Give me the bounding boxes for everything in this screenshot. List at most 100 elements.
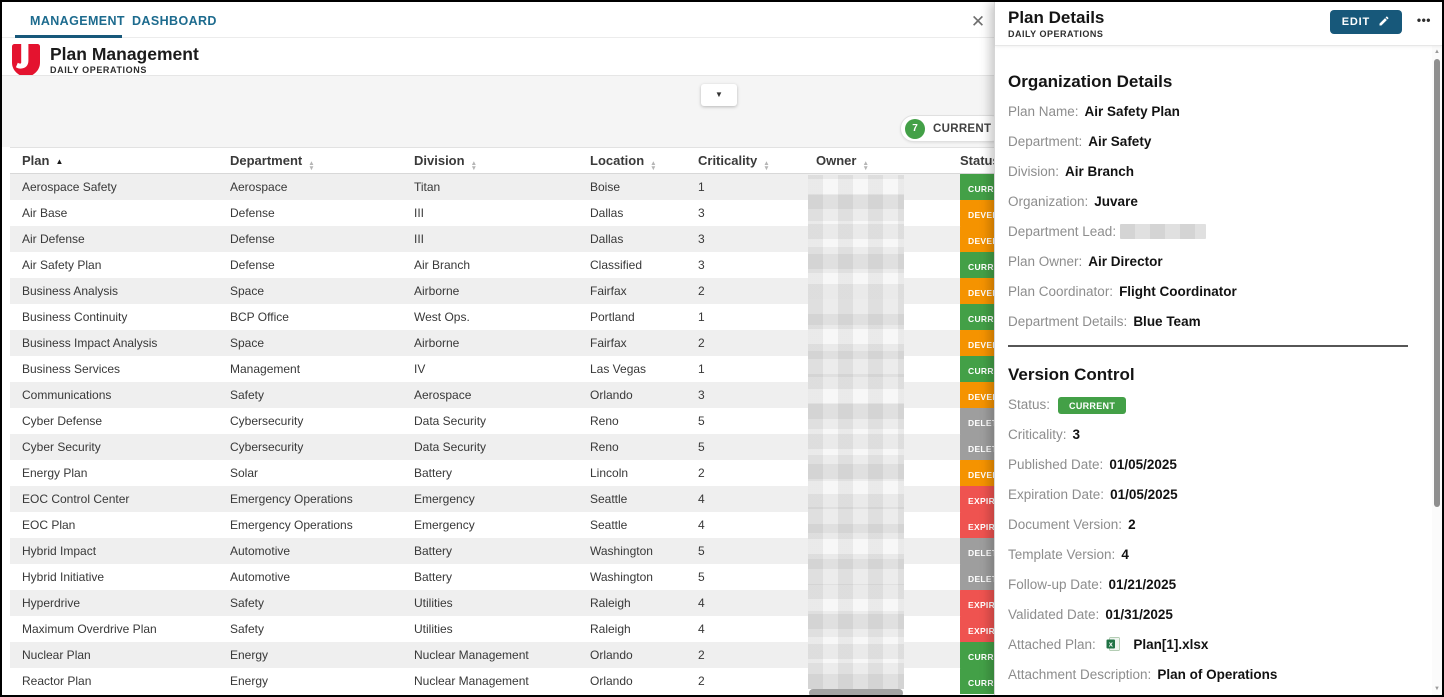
toolbar-band: ▼ 7 CURRENT xyxy=(2,75,994,147)
field-label: Attached Plan: xyxy=(1008,637,1096,652)
status-badge: CURRENT xyxy=(1058,397,1126,414)
cell-criticality: 2 xyxy=(686,642,804,668)
chevron-down-icon: ▼ xyxy=(715,85,723,105)
cell-division: Data Security xyxy=(402,434,578,460)
detail-field: Validated Date:01/31/2025 xyxy=(1008,607,1432,624)
panel-scrollbar-thumb[interactable] xyxy=(1434,59,1440,507)
table-row[interactable]: EOC Control CenterEmergency OperationsEm… xyxy=(10,486,1122,512)
cell-criticality: 3 xyxy=(686,226,804,252)
column-label: Plan xyxy=(22,153,49,168)
detail-field: Plan Owner:Air Director xyxy=(1008,254,1432,271)
table-row[interactable]: EOC PlanEmergency OperationsEmergencySea… xyxy=(10,512,1122,538)
table-row[interactable]: Maximum Overdrive PlanSafetyUtilitiesRal… xyxy=(10,616,1122,642)
cell-plan: Cyber Security xyxy=(10,434,218,460)
table-row[interactable]: CommunicationsSafetyAerospaceOrlando3DEV… xyxy=(10,382,1122,408)
cell-department: Automotive xyxy=(218,538,402,564)
close-icon[interactable]: ✕ xyxy=(966,10,990,34)
cell-department: Space xyxy=(218,330,402,356)
panel-title: Plan Details xyxy=(1008,8,1104,28)
sort-icon: ▲▼ xyxy=(308,162,314,171)
page-title: Plan Management xyxy=(50,44,199,65)
detail-field: Expiration Date:01/05/2025 xyxy=(1008,487,1432,504)
more-options-icon[interactable]: ••• xyxy=(1417,13,1431,27)
cell-plan: EOC Plan xyxy=(10,512,218,538)
table-row[interactable]: Hybrid ImpactAutomotiveBatteryWashington… xyxy=(10,538,1122,564)
cell-plan: Aerospace Safety xyxy=(10,174,218,200)
section-heading: Organization Details xyxy=(1008,72,1432,92)
column-header-department[interactable]: Department▲▼ xyxy=(218,148,402,175)
filter-label: CURRENT xyxy=(933,123,991,135)
table-row[interactable]: Cyber DefenseCybersecurityData SecurityR… xyxy=(10,408,1122,434)
sort-ascending-icon: ▲ xyxy=(55,157,63,166)
current-filter-chip[interactable]: 7 CURRENT xyxy=(900,115,1005,142)
column-header-location[interactable]: Location▲▼ xyxy=(578,148,686,175)
table-row[interactable]: Business ContinuityBCP OfficeWest Ops.Po… xyxy=(10,304,1122,330)
cell-criticality: 2 xyxy=(686,330,804,356)
cell-location: Fairfax xyxy=(578,278,686,304)
table-row[interactable]: Business ServicesManagementIVLas Vegas1C… xyxy=(10,356,1122,382)
table-row[interactable]: Energy PlanSolarBatteryLincoln2DEVELOPME… xyxy=(10,460,1122,486)
cell-criticality: 4 xyxy=(686,590,804,616)
cell-criticality: 4 xyxy=(686,512,804,538)
field-label: Validated Date: xyxy=(1008,607,1099,622)
cell-department: Defense xyxy=(218,252,402,278)
cell-location: Seattle xyxy=(578,512,686,538)
scroll-down-icon[interactable]: ▼ xyxy=(1432,686,1442,692)
attachment-name[interactable]: Plan[1].xlsx xyxy=(1133,637,1208,652)
cell-plan: Maximum Overdrive Plan xyxy=(10,616,218,642)
tab-management[interactable]: MANAGEMENT xyxy=(30,14,125,28)
cell-department: Solar xyxy=(218,460,402,486)
table-row[interactable]: Business Impact AnalysisSpaceAirborneFai… xyxy=(10,330,1122,356)
detail-field: Status:CURRENT xyxy=(1008,397,1432,414)
column-header-plan[interactable]: Plan ▲ xyxy=(10,148,218,175)
horizontal-scrollbar-thumb[interactable] xyxy=(809,689,903,697)
column-header-owner[interactable]: Owner▲▼ xyxy=(804,148,948,175)
cell-location: Dallas xyxy=(578,200,686,226)
cell-criticality: 2 xyxy=(686,460,804,486)
cell-plan: Business Impact Analysis xyxy=(10,330,218,356)
table-row[interactable]: Hybrid InitiativeAutomotiveBatteryWashin… xyxy=(10,564,1122,590)
panel-subtitle: DAILY OPERATIONS xyxy=(1008,29,1103,39)
table-row[interactable]: Cyber SecurityCybersecurityData Security… xyxy=(10,434,1122,460)
cell-division: III xyxy=(402,226,578,252)
column-header-criticality[interactable]: Criticality▲▼ xyxy=(686,148,804,175)
cell-division: Titan xyxy=(402,174,578,200)
cell-location: Orlando xyxy=(578,642,686,668)
column-header-division[interactable]: Division▲▼ xyxy=(402,148,578,175)
scroll-up-icon[interactable]: ▲ xyxy=(1432,49,1442,55)
field-value: Flight Coordinator xyxy=(1119,284,1237,299)
sort-icon: ▲▼ xyxy=(471,162,477,171)
table-row[interactable]: Aerospace SafetyAerospaceTitanBoise1CURR… xyxy=(10,174,1122,200)
field-value: 01/21/2025 xyxy=(1109,577,1177,592)
detail-field: Document Version:2 xyxy=(1008,517,1432,534)
cell-location: Washington xyxy=(578,538,686,564)
table-row[interactable]: Air DefenseDefenseIIIDallas3DEVELOPMENT xyxy=(10,226,1122,252)
expand-toolbar-button[interactable]: ▼ xyxy=(701,84,737,106)
table-row[interactable]: Nuclear PlanEnergyNuclear ManagementOrla… xyxy=(10,642,1122,668)
tab-dashboard[interactable]: DASHBOARD xyxy=(132,14,217,28)
cell-division: Battery xyxy=(402,538,578,564)
table-row[interactable]: HyperdriveSafetyUtilitiesRaleigh4EXPIRED xyxy=(10,590,1122,616)
table-row[interactable]: Business AnalysisSpaceAirborneFairfax2DE… xyxy=(10,278,1122,304)
cell-division: Nuclear Management xyxy=(402,642,578,668)
cell-criticality: 1 xyxy=(686,174,804,200)
app-header: MANAGEMENT DASHBOARD ✕ Plan Management D… xyxy=(2,2,994,75)
detail-field: Attached Plan: x Plan[1].xlsx xyxy=(1008,637,1432,654)
table-row[interactable]: Air BaseDefenseIIIDallas3DEVELOPMENT xyxy=(10,200,1122,226)
cell-location: Classified xyxy=(578,252,686,278)
cell-division: Emergency xyxy=(402,512,578,538)
excel-file-icon: x xyxy=(1106,637,1120,654)
edit-button[interactable]: EDIT xyxy=(1330,10,1402,34)
cell-division: Airborne xyxy=(402,330,578,356)
table-row[interactable]: Air Safety PlanDefenseAir BranchClassifi… xyxy=(10,252,1122,278)
cell-criticality: 1 xyxy=(686,304,804,330)
cell-criticality: 3 xyxy=(686,382,804,408)
cell-division: West Ops. xyxy=(402,304,578,330)
table-row[interactable]: Reactor PlanEnergyNuclear ManagementOrla… xyxy=(10,668,1122,694)
cell-criticality: 2 xyxy=(686,278,804,304)
cell-location: Raleigh xyxy=(578,616,686,642)
cell-criticality: 3 xyxy=(686,252,804,278)
cell-location: Reno xyxy=(578,408,686,434)
detail-field: Published Date:01/05/2025 xyxy=(1008,457,1432,474)
field-value: 4 xyxy=(1121,547,1129,562)
